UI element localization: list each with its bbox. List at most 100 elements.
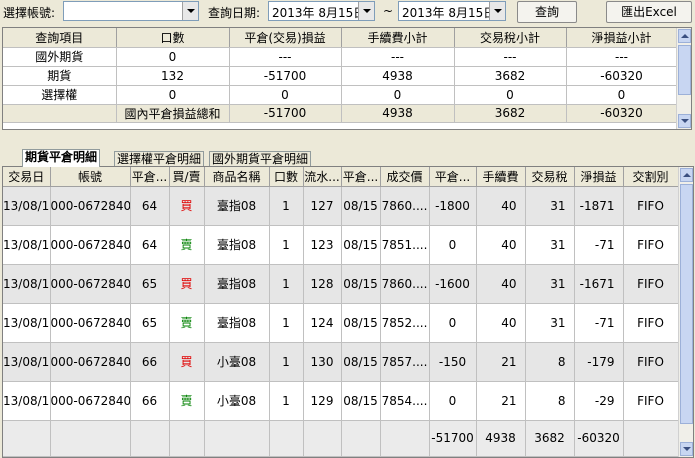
scroll-down-icon[interactable] (678, 114, 691, 128)
detail-side-cell: 買 (169, 264, 205, 304)
detail-cell: 124 (303, 303, 342, 343)
summary-cell: --- (229, 47, 342, 67)
summary-cell: 0 (116, 47, 230, 67)
detail-total-cell (130, 420, 170, 457)
detail-cell: -179 (574, 342, 624, 382)
detail-row[interactable]: 13/08/15 000-0672840 66 買 小臺08 1 130 08/… (3, 342, 679, 382)
detail-header[interactable]: 交易日 (3, 167, 51, 187)
detail-row[interactable]: 13/08/15 000-0672840 64 買 臺指08 1 127 08/… (3, 186, 679, 226)
detail-cell: -71 (574, 225, 624, 265)
date-label: 查詢日期: (208, 6, 261, 20)
summary-header[interactable]: 口數 (116, 28, 230, 48)
detail-grid[interactable]: 交易日 帳號 平倉... 買/賣 商品名稱 口數 流水... 平倉... 成交價… (2, 166, 694, 458)
detail-cell: 123 (303, 225, 342, 265)
detail-header[interactable]: 口數 (269, 167, 304, 187)
scroll-thumb[interactable] (680, 184, 693, 424)
detail-cell: 40 (476, 186, 526, 226)
detail-cell: 1 (269, 225, 304, 265)
detail-cell: 1 (269, 186, 304, 226)
detail-row[interactable]: 13/08/15 000-0672840 66 賣 小臺08 1 129 08/… (3, 381, 679, 421)
summary-header[interactable]: 交易稅小計 (454, 28, 567, 48)
export-excel-button[interactable]: 匯出Excel (606, 1, 692, 23)
detail-header[interactable]: 成交價 (380, 167, 430, 187)
detail-header[interactable]: 流水... (303, 167, 342, 187)
summary-cell: -60320 (566, 66, 678, 86)
account-select[interactable] (63, 1, 199, 21)
detail-total-cell (204, 420, 270, 457)
date-separator: ~ (383, 4, 394, 18)
detail-header[interactable]: 淨損益 (574, 167, 624, 187)
scroll-down-icon[interactable] (680, 442, 693, 456)
detail-cell: 000-0672840 (50, 264, 131, 304)
detail-cell: 臺指08 (204, 186, 270, 226)
detail-cell: 21 (476, 381, 526, 421)
detail-cell: 000-0672840 (50, 225, 131, 265)
summary-cell: --- (454, 47, 567, 67)
query-button[interactable]: 查詢 (517, 1, 577, 23)
detail-total-cell (169, 420, 205, 457)
detail-header[interactable]: 帳號 (50, 167, 131, 187)
summary-row[interactable]: 國外期貨 0 --- --- --- --- (3, 47, 678, 67)
detail-cell: 1 (269, 342, 304, 382)
summary-grid[interactable]: 查詢項目 口數 平倉(交易)損益 手續費小計 交易稅小計 淨損益小計 國外期貨 … (2, 27, 692, 130)
detail-cell: 7857.... (380, 342, 430, 382)
detail-row[interactable]: 13/08/15 000-0672840 64 賣 臺指08 1 123 08/… (3, 225, 679, 265)
detail-cell: 08/15 (341, 381, 381, 421)
detail-cell: -29 (574, 381, 624, 421)
detail-cell: 7851.... (380, 225, 430, 265)
summary-row[interactable]: 選擇權 0 0 0 0 0 (3, 85, 678, 105)
detail-cell: 8 (525, 381, 575, 421)
detail-header[interactable]: 商品名稱 (204, 167, 270, 187)
detail-cell: 000-0672840 (50, 303, 131, 343)
detail-cell: 0 (429, 303, 477, 343)
detail-cell: 13/08/15 (3, 264, 51, 304)
detail-header[interactable]: 平倉... (130, 167, 170, 187)
detail-cell: FIFO (623, 186, 679, 226)
detail-row[interactable]: 13/08/15 000-0672840 65 買 臺指08 1 128 08/… (3, 264, 679, 304)
tab-futures-close-detail[interactable]: 期貨平倉明細 (22, 149, 101, 167)
detail-cell: 40 (476, 225, 526, 265)
summary-total-cell (3, 104, 117, 123)
detail-header[interactable]: 買/賣 (169, 167, 205, 187)
detail-cell: 000-0672840 (50, 186, 131, 226)
detail-header[interactable]: 平倉... (341, 167, 381, 187)
scroll-up-icon[interactable] (678, 29, 691, 43)
scroll-thumb[interactable] (678, 45, 691, 95)
detail-header[interactable]: 平倉... (429, 167, 477, 187)
summary-scrollbar[interactable] (676, 28, 691, 129)
tab-foreign-futures-close-detail[interactable]: 國外期貨平倉明細 (209, 151, 312, 167)
chevron-down-icon[interactable] (489, 2, 505, 20)
detail-total-cell (269, 420, 304, 457)
detail-cell: 31 (525, 303, 575, 343)
detail-row[interactable]: 13/08/15 000-0672840 65 賣 臺指08 1 124 08/… (3, 303, 679, 343)
date-to-picker[interactable]: 2013年 8月15日 (398, 1, 506, 21)
date-from-picker[interactable]: 2013年 8月15日 (268, 1, 375, 21)
chevron-down-icon[interactable] (182, 2, 198, 20)
scroll-up-icon[interactable] (680, 168, 693, 182)
detail-side-cell: 買 (169, 342, 205, 382)
detail-cell: 7860.... (380, 186, 430, 226)
summary-cell: 0 (566, 85, 678, 105)
detail-cell: FIFO (623, 303, 679, 343)
tab-options-close-detail[interactable]: 選擇權平倉明細 (114, 151, 205, 167)
detail-header[interactable]: 交割別 (623, 167, 679, 187)
detail-cell: -1600 (429, 264, 477, 304)
detail-header[interactable]: 手續費 (476, 167, 526, 187)
summary-header[interactable]: 查詢項目 (3, 28, 117, 48)
detail-total-cell: 3682 (525, 420, 575, 457)
summary-cell: 0 (341, 85, 455, 105)
summary-header[interactable]: 平倉(交易)損益 (229, 28, 342, 48)
date-to-value: 2013年 8月15日 (402, 6, 496, 20)
detail-cell: 000-0672840 (50, 342, 131, 382)
detail-header[interactable]: 交易稅 (525, 167, 575, 187)
summary-cell: 期貨 (3, 66, 117, 86)
summary-header-row: 查詢項目 口數 平倉(交易)損益 手續費小計 交易稅小計 淨損益小計 (3, 28, 678, 48)
detail-side-cell: 賣 (169, 225, 205, 265)
summary-row[interactable]: 期貨 132 -51700 4938 3682 -60320 (3, 66, 678, 86)
detail-cell: 0 (429, 225, 477, 265)
detail-scrollbar[interactable] (678, 167, 693, 457)
chevron-down-icon[interactable] (358, 2, 374, 20)
detail-cell: -1871 (574, 186, 624, 226)
summary-header[interactable]: 淨損益小計 (566, 28, 678, 48)
summary-header[interactable]: 手續費小計 (341, 28, 455, 48)
